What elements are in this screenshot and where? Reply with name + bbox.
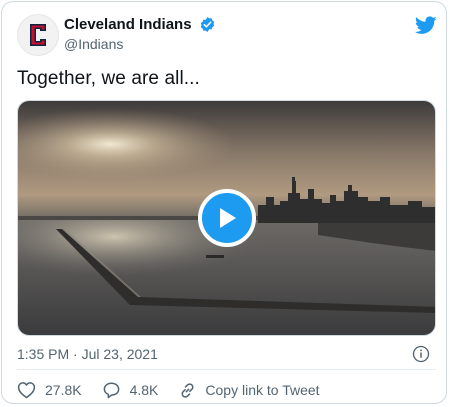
tweet-timestamp[interactable]: 1:35 PM · Jul 23, 2021 bbox=[17, 346, 158, 362]
play-button[interactable] bbox=[198, 189, 256, 247]
tweet-actions: 27.8K 4.8K Copy link to Tweet bbox=[17, 380, 340, 400]
author-display-name[interactable]: Cleveland Indians bbox=[64, 16, 192, 33]
tweet-text: Together, we are all... bbox=[17, 68, 200, 89]
divider bbox=[17, 369, 436, 370]
copy-link-label: Copy link to Tweet bbox=[205, 382, 320, 398]
avatar[interactable] bbox=[17, 14, 59, 56]
like-count: 27.8K bbox=[45, 382, 82, 398]
like-button[interactable]: 27.8K bbox=[17, 381, 82, 399]
video-player[interactable] bbox=[17, 100, 436, 336]
tweet-header: Cleveland Indians @Indians bbox=[17, 14, 437, 58]
play-icon bbox=[220, 208, 236, 228]
author-block[interactable]: Cleveland Indians @Indians bbox=[64, 16, 216, 52]
twitter-bird-icon[interactable] bbox=[415, 16, 437, 35]
copy-link-button[interactable]: Copy link to Tweet bbox=[178, 381, 320, 400]
author-handle[interactable]: @Indians bbox=[64, 36, 216, 52]
tweet-card[interactable]: Cleveland Indians @Indians Together, we … bbox=[1, 1, 447, 404]
cleveland-c-logo-icon bbox=[30, 24, 46, 46]
reply-button[interactable]: 4.8K bbox=[102, 381, 159, 399]
link-icon bbox=[181, 382, 194, 398]
verified-badge-icon bbox=[200, 17, 215, 33]
reply-icon bbox=[103, 382, 119, 399]
reply-count: 4.8K bbox=[129, 382, 159, 398]
heart-icon bbox=[17, 382, 36, 399]
info-icon[interactable] bbox=[412, 345, 430, 363]
